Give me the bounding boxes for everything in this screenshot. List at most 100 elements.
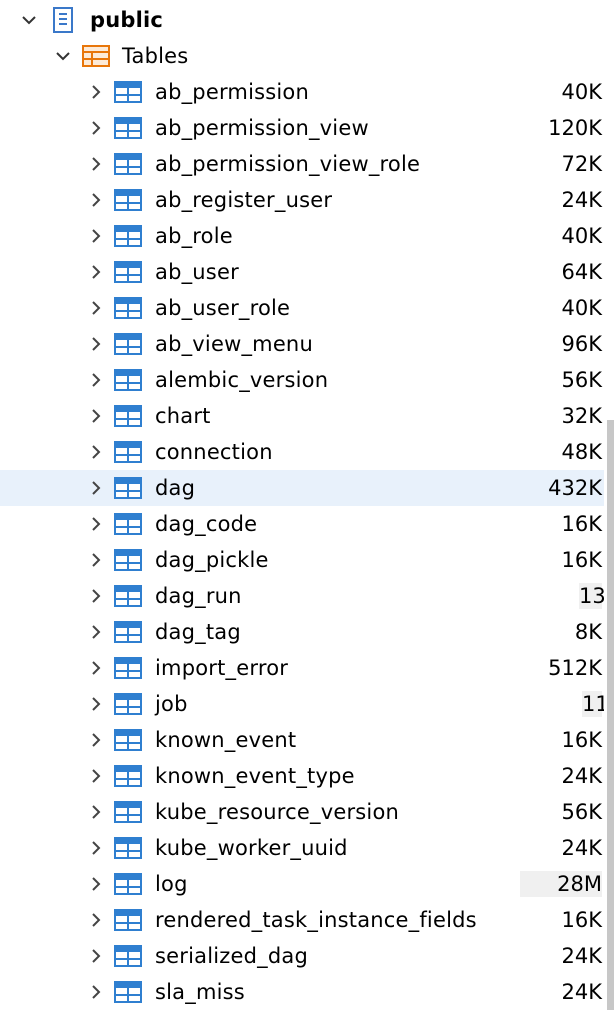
table-name: ab_register_user xyxy=(155,188,333,212)
chevron-right-icon[interactable] xyxy=(89,985,103,999)
chevron-right-icon[interactable] xyxy=(89,121,103,135)
table-icon xyxy=(114,369,142,391)
chevron-right-icon[interactable] xyxy=(89,769,103,783)
table-row[interactable]: ab_permission 40K xyxy=(0,74,604,110)
chevron-right-icon[interactable] xyxy=(89,229,103,243)
table-name: job xyxy=(155,692,188,716)
table-name: ab_permission_view xyxy=(155,116,369,140)
table-row[interactable]: dag_tag 8K xyxy=(0,614,604,650)
chevron-right-icon[interactable] xyxy=(89,589,103,603)
tables-folder-icon xyxy=(82,45,110,67)
chevron-right-icon[interactable] xyxy=(89,913,103,927)
chevron-right-icon[interactable] xyxy=(89,949,103,963)
table-name: dag_pickle xyxy=(155,548,269,572)
chevron-right-icon[interactable] xyxy=(89,841,103,855)
chevron-right-icon[interactable] xyxy=(89,481,103,495)
table-row[interactable]: ab_permission_view_role 72K xyxy=(0,146,604,182)
chevron-right-icon[interactable] xyxy=(89,805,103,819)
table-size: 96K xyxy=(561,332,603,356)
table-name: serialized_dag xyxy=(155,944,308,968)
table-row[interactable]: ab_user_role 40K xyxy=(0,290,604,326)
table-name: ab_permission_view_role xyxy=(155,152,421,176)
table-name: ab_permission xyxy=(155,80,309,104)
table-row[interactable]: dag_code 16K xyxy=(0,506,604,542)
table-icon xyxy=(114,621,142,643)
table-row[interactable]: dag_run 13M xyxy=(0,578,604,614)
table-row[interactable]: known_event_type 24K xyxy=(0,758,604,794)
table-icon xyxy=(114,765,142,787)
table-icon xyxy=(114,657,142,679)
table-icon xyxy=(114,81,142,103)
table-icon xyxy=(114,873,142,895)
table-icon xyxy=(114,693,142,715)
table-row[interactable]: chart 32K xyxy=(0,398,604,434)
vertical-scrollbar[interactable] xyxy=(604,0,616,1010)
chevron-right-icon[interactable] xyxy=(89,373,103,387)
table-size: 24K xyxy=(561,980,603,1004)
chevron-right-icon[interactable] xyxy=(89,193,103,207)
table-size: 512K xyxy=(548,656,602,680)
chevron-right-icon[interactable] xyxy=(89,445,103,459)
table-icon xyxy=(114,477,142,499)
table-icon xyxy=(114,585,142,607)
chevron-right-icon[interactable] xyxy=(89,733,103,747)
chevron-right-icon[interactable] xyxy=(89,409,103,423)
table-size: 13M xyxy=(579,583,604,609)
chevron-right-icon[interactable] xyxy=(89,661,103,675)
table-row[interactable]: rendered_task_instance_fields 16K xyxy=(0,902,604,938)
table-row[interactable]: dag 432K xyxy=(0,470,604,506)
table-row[interactable]: alembic_version 56K xyxy=(0,362,604,398)
table-name: dag xyxy=(155,476,196,500)
table-size: 8K xyxy=(574,620,602,644)
table-size: 24K xyxy=(561,188,603,212)
table-row[interactable]: ab_user 64K xyxy=(0,254,604,290)
tree-node-tables-folder[interactable]: Tables xyxy=(0,38,604,74)
table-size: 432K xyxy=(548,476,602,500)
scrollbar-thumb[interactable] xyxy=(607,420,614,1010)
table-size: 28M xyxy=(520,871,602,897)
table-icon xyxy=(114,297,142,319)
tables-folder-label: Tables xyxy=(122,44,189,68)
schema-label: public xyxy=(90,8,164,32)
chevron-right-icon[interactable] xyxy=(89,625,103,639)
table-size: 40K xyxy=(561,296,603,320)
table-row[interactable]: log 28M xyxy=(0,866,604,902)
table-row[interactable]: kube_resource_version 56K xyxy=(0,794,604,830)
chevron-right-icon[interactable] xyxy=(89,697,103,711)
table-size: 24K xyxy=(561,944,603,968)
table-size: 24K xyxy=(561,836,603,860)
chevron-down-icon[interactable] xyxy=(22,13,36,27)
table-row[interactable]: kube_worker_uuid 24K xyxy=(0,830,604,866)
table-size: 72K xyxy=(561,152,603,176)
chevron-right-icon[interactable] xyxy=(89,877,103,891)
chevron-right-icon[interactable] xyxy=(89,337,103,351)
table-row[interactable]: job 11M xyxy=(0,686,604,722)
table-row[interactable]: known_event 16K xyxy=(0,722,604,758)
table-icon xyxy=(114,801,142,823)
table-row[interactable]: sla_miss 24K xyxy=(0,974,604,1004)
chevron-right-icon[interactable] xyxy=(89,517,103,531)
chevron-right-icon[interactable] xyxy=(89,301,103,315)
chevron-right-icon[interactable] xyxy=(89,553,103,567)
table-name: log xyxy=(155,872,188,896)
tree-node-schema-public[interactable]: public xyxy=(0,2,604,38)
table-size: 16K xyxy=(561,512,603,536)
chevron-right-icon[interactable] xyxy=(89,265,103,279)
table-row[interactable]: connection 48K xyxy=(0,434,604,470)
chevron-down-icon[interactable] xyxy=(56,49,70,63)
table-row[interactable]: dag_pickle 16K xyxy=(0,542,604,578)
table-row[interactable]: ab_register_user 24K xyxy=(0,182,604,218)
table-size: 40K xyxy=(561,80,603,104)
table-row[interactable]: import_error 512K xyxy=(0,650,604,686)
table-name: known_event_type xyxy=(155,764,355,788)
table-row[interactable]: serialized_dag 24K xyxy=(0,938,604,974)
table-name: rendered_task_instance_fields xyxy=(155,908,477,932)
table-row[interactable]: ab_permission_view 120K xyxy=(0,110,604,146)
table-name: ab_user_role xyxy=(155,296,291,320)
chevron-right-icon[interactable] xyxy=(89,85,103,99)
chevron-right-icon[interactable] xyxy=(89,157,103,171)
table-row[interactable]: ab_view_menu 96K xyxy=(0,326,604,362)
table-name: dag_tag xyxy=(155,620,241,644)
table-size: 56K xyxy=(561,800,603,824)
table-row[interactable]: ab_role 40K xyxy=(0,218,604,254)
